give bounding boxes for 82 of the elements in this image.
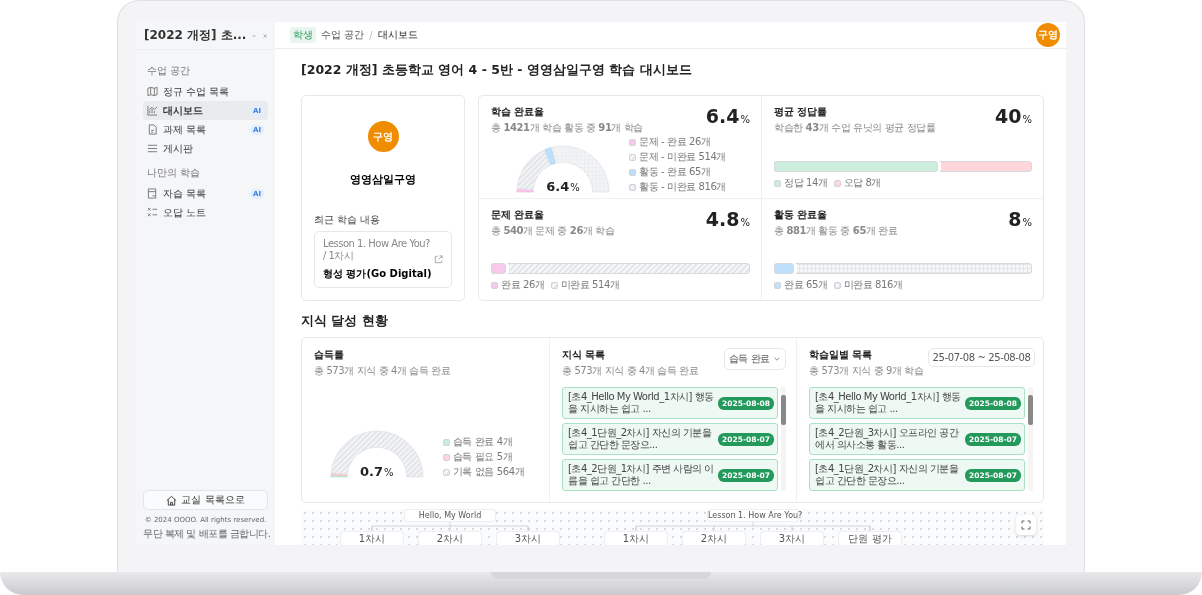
panel-title: 학습일별 목록 (809, 348, 874, 362)
document-icon (147, 124, 158, 135)
classroom-list-button[interactable]: 교실 목록으로 (143, 490, 268, 510)
panel-description: 총 573개 지식 중 4개 습득 완료 (314, 364, 452, 378)
stat-value: 6.4% (705, 105, 750, 127)
sidebar-item[interactable]: 정규 수업 목록 (143, 82, 268, 101)
student-name: 영영삼일구영 (350, 172, 416, 187)
legend-label: 문제 - 미완료 514개 (638, 150, 726, 164)
role-badge: 학생 (290, 27, 316, 43)
section-title: 지식 달성 현황 (301, 313, 389, 330)
breadcrumb-separator: / (369, 29, 373, 41)
section-heading: 수업 공간 (147, 64, 192, 78)
legend-label: 활동 - 완료 65개 (638, 165, 711, 179)
section-heading: 나만의 학습 (147, 166, 202, 180)
scrollbar[interactable] (1028, 387, 1033, 491)
filter-dropdown[interactable]: 습득 완료 (723, 348, 786, 370)
chart-icon (147, 105, 158, 116)
diagram-node[interactable]: 2차시 (683, 532, 745, 545)
recent-label: 최근 학습 내용 (314, 213, 381, 227)
diagram-node[interactable]: 3차시 (497, 532, 559, 545)
notice-text: 무단 복제 및 배포를 금합니다. (143, 527, 268, 541)
diagram-node[interactable]: Hello, My World (405, 510, 495, 521)
legend-label: 완료 65개 (784, 278, 828, 292)
chevron-down-icon (773, 355, 781, 363)
knowledge-text: [초4_Hello My World_1차시] 행동을 지시하는 쉽고 ... (815, 391, 962, 415)
legend-label: 정답 14개 (784, 176, 828, 190)
diagram-node[interactable]: 3차시 (761, 532, 823, 545)
legend-label: 기록 없음 564개 (452, 465, 525, 479)
lesson-path: Lesson 1. How Are You? / 1차시 (323, 238, 431, 262)
fullscreen-button[interactable] (1016, 515, 1036, 535)
legend-label: 활동 - 미완료 816개 (638, 180, 726, 194)
date-range-field[interactable]: 25-07-08 ~ 25-08-08 (927, 348, 1036, 367)
diagram-node[interactable]: 단원 평가 (839, 532, 901, 545)
legend-label: 문제 - 완료 26개 (638, 135, 711, 149)
breadcrumb-link[interactable]: 수업 공간 (321, 28, 365, 42)
external-link-icon[interactable] (434, 255, 443, 264)
breadcrumb-link[interactable]: 대시보드 (377, 28, 418, 42)
lesson-title: 형성 평가(Go Digital) (323, 267, 433, 281)
checklist-icon (147, 207, 158, 218)
panel-title: 지식 목록 (562, 348, 607, 362)
home-icon (166, 494, 178, 506)
gauge-value: 0.7% (359, 464, 395, 479)
stat-description: 총 1421개 학습 활동 중 91개 학습 (491, 121, 644, 135)
gauge-value: 6.4% (545, 179, 581, 194)
knowledge-text: [초4_Hello My World_1차시] 행동을 지시하는 쉽고 ... (568, 391, 715, 415)
student-avatar: 구영 (367, 121, 399, 152)
diagram-node[interactable]: 1차시 (605, 532, 667, 545)
list-icon (147, 143, 158, 154)
knowledge-text: [초4_2단원_1차시] 주변 사람의 이름을 쉽고 간단한 ... (568, 463, 715, 487)
map-icon (147, 86, 158, 97)
knowledge-text: [초4_2단원_3차시] 오프라인 공간에서 의사소통 활동... (815, 427, 960, 451)
stat-description: 총 540개 문제 중 26개 학습 (491, 224, 615, 238)
diagram-node[interactable]: 2차시 (419, 532, 481, 545)
course-title: [2022 개정] 초... (144, 27, 247, 44)
legend-label: 오답 8개 (843, 176, 882, 190)
page-title: [2022 개정] 초등학교 영어 4 - 5반 - 영영삼일구영 학습 대시보드 (301, 62, 693, 79)
scrollbar[interactable] (781, 387, 786, 491)
legend-label: 미완료 816개 (843, 278, 903, 292)
panel-description: 총 573개 지식 중 9개 학습 (809, 364, 924, 378)
panel-title: 습득률 (314, 348, 345, 362)
stat-value: 4.8% (705, 208, 750, 230)
expand-icon (1021, 520, 1031, 530)
stat-title: 평균 정답률 (774, 105, 829, 119)
stat-description: 학습한 43개 수업 유닛의 평균 정답률 (774, 121, 936, 135)
stat-title: 학습 완료율 (491, 105, 546, 119)
sidebar-item[interactable]: 오답 노트 (143, 203, 268, 222)
recent-lesson-card[interactable]: Lesson 1. How Are You? / 1차시 형성 평가(Go Digital) (314, 231, 452, 288)
legend-label: 습득 필요 5개 (452, 450, 513, 464)
notebook-icon (147, 188, 158, 199)
stat-value: 8% (1008, 208, 1032, 230)
panel-description: 총 573개 지식 중 4개 습득 완료 (562, 364, 699, 378)
knowledge-text: [초4_1단원_2차시] 자신의 기분을 쉽고 간단한 문장으... (815, 463, 960, 487)
stat-value: 40% (995, 105, 1032, 127)
legend-label: 습득 완료 4개 (452, 435, 513, 449)
stat-description: 총 881개 활동 중 65개 완료 (774, 224, 898, 238)
legend-label: 완료 26개 (501, 278, 545, 292)
diagram-node[interactable]: 1차시 (341, 532, 403, 545)
sidebar-item[interactable]: 게시판 (143, 139, 268, 158)
knowledge-text: [초4_1단원_2차시] 자신의 기분을 쉽고 간단한 문장으... (568, 427, 713, 451)
stat-title: 문제 완료율 (491, 208, 546, 222)
legend-label: 미완료 514개 (560, 278, 620, 292)
stat-title: 활동 완료율 (774, 208, 829, 222)
